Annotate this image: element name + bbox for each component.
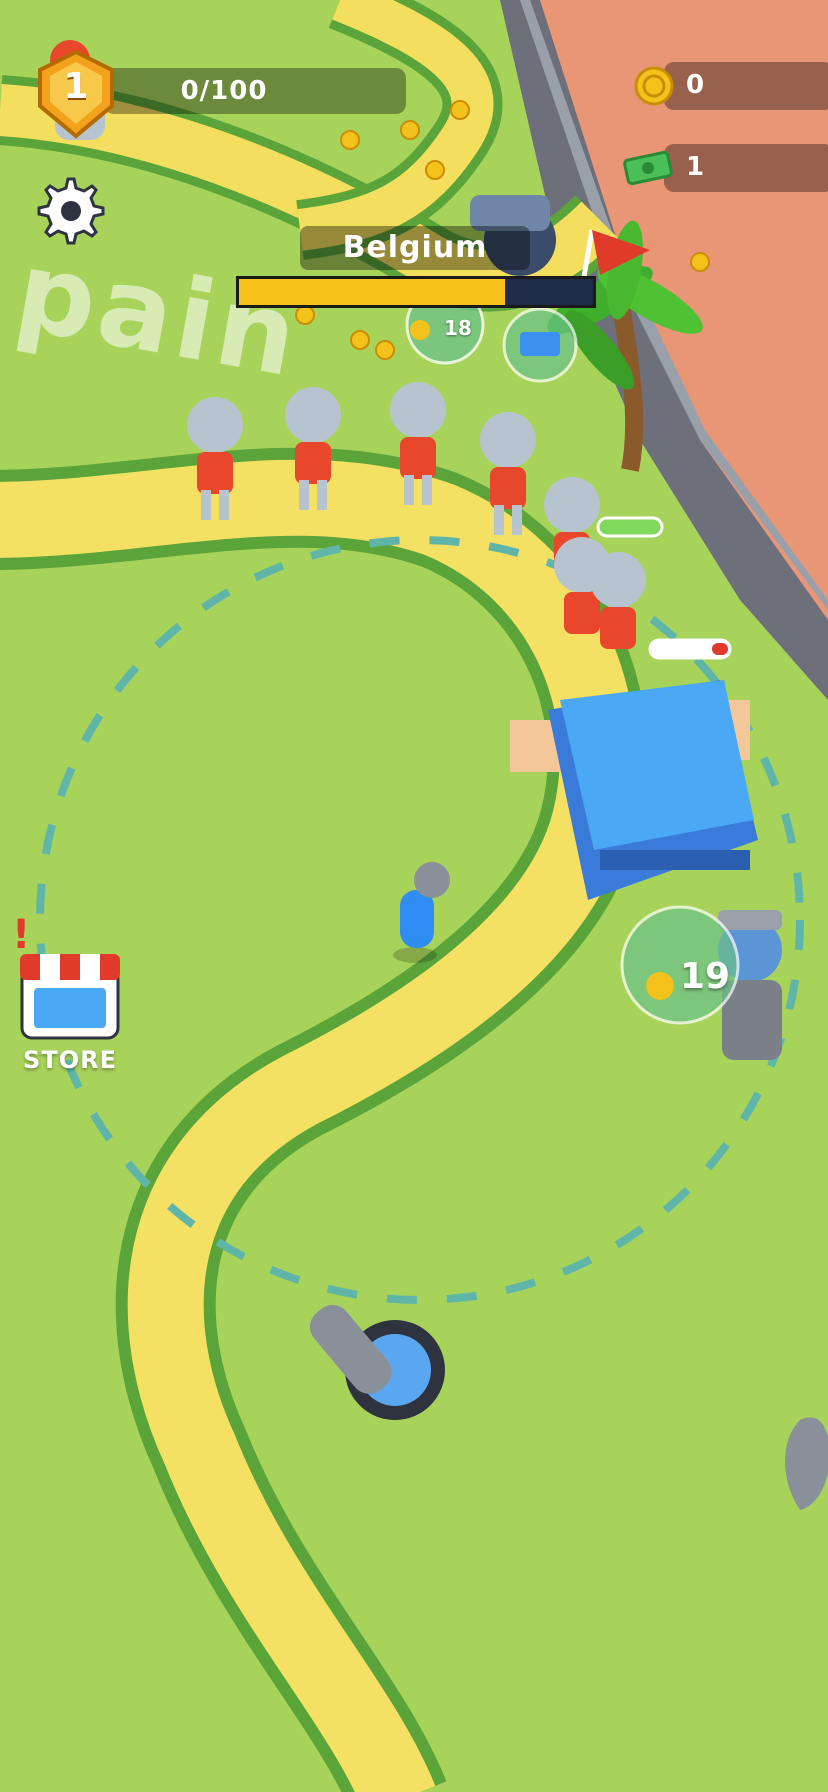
cash-counter: 1 — [664, 144, 828, 192]
cash-icon — [623, 150, 673, 186]
xp-text: 0/100 — [180, 76, 268, 106]
level-number: 1 — [63, 66, 89, 107]
level-badge[interactable]: 1 — [34, 48, 118, 140]
upgrade-cost: 19 — [680, 956, 731, 997]
coin-icon — [634, 66, 674, 106]
unlock-cost: 18 — [444, 316, 472, 340]
capture-progress-fill — [239, 279, 505, 305]
store-button[interactable]: ! STORE — [12, 912, 128, 1078]
coin-counter: 0 — [664, 62, 828, 110]
coin-count: 0 — [686, 70, 705, 100]
settings-gear-icon[interactable] — [36, 176, 106, 246]
cash-count: 1 — [686, 152, 705, 182]
enemy-health-bar — [596, 516, 664, 538]
svg-text:!: ! — [12, 918, 30, 958]
store-icon: ! — [12, 912, 120, 1040]
xp-progress-bar: 0/100 — [104, 68, 406, 114]
target-country-label: Belgium — [300, 226, 530, 270]
capture-progress-bar — [236, 276, 596, 308]
store-label: STORE — [23, 1046, 117, 1074]
